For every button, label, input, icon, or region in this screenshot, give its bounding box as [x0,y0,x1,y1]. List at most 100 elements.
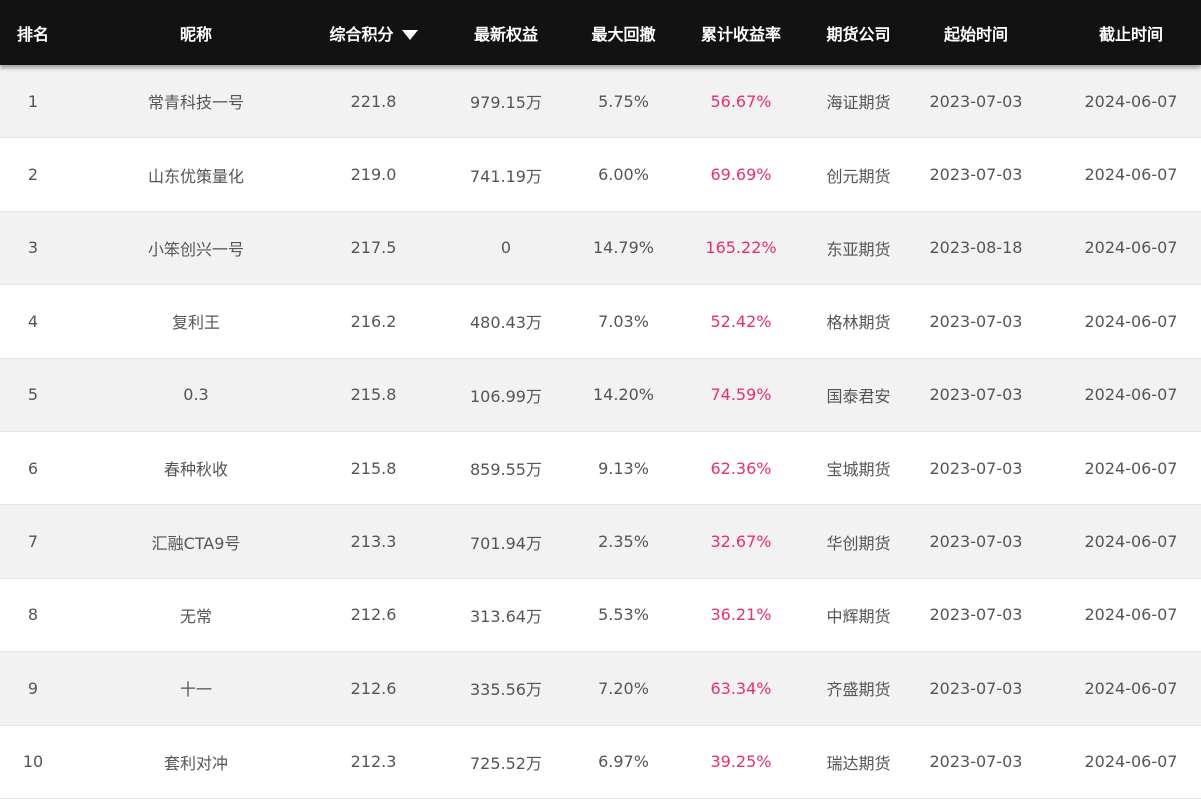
drawdown-cell: 14.20% [592,385,654,405]
header-drawdown[interactable]: 最大回撤 [591,21,656,45]
rank-cell: 1 [27,91,39,111]
score-cell: 219.0 [350,165,397,185]
broker-cell: 瑞达期货 [826,753,891,773]
score-cell: 212.6 [350,605,397,625]
nickname-cell: 常青科技一号 [147,93,244,113]
broker-cell: 中辉期货 [826,606,891,626]
score-cell: 217.5 [350,238,397,258]
cumulative-return-cell: 36.21% [710,605,772,625]
cumulative-return-cell: 32.67% [710,532,772,552]
rank-cell: 3 [27,238,39,258]
nickname-cell: 套利对冲 [163,753,228,773]
table-row[interactable]: 1 常青科技一号 221.8 979.15万 5.75% 56.67% 海证期货 2023-0… [0,65,1201,139]
rank-cell: 10 [22,752,44,772]
start-date-cell: 2023-08-18 [929,238,1023,258]
broker-cell: 宝城期货 [826,460,891,480]
rank-cell: 2 [27,165,39,185]
header-score[interactable]: 综合积分 [326,21,421,45]
score-cell: 212.6 [350,678,397,698]
score-cell: 215.8 [350,458,397,478]
equity-cell: 701.94万 [470,533,542,553]
broker-cell: 东亚期货 [826,239,891,259]
header-start-date[interactable]: 起始时间 [891,21,1061,45]
broker-cell: 华创期货 [826,533,891,553]
table-row[interactable]: 3 小笨创兴一号 217.5 0 14.79% 165.22% 东亚期货 2023-08-18… [0,211,1201,286]
nickname-cell: 春种秋收 [163,460,228,480]
header-rank[interactable]: 排名 [0,21,66,45]
cumulative-return-cell: 69.69% [710,165,772,185]
rank-cell: 6 [27,458,39,478]
nickname-cell: 复利王 [171,313,220,333]
rank-cell: 4 [27,311,39,331]
start-date-cell: 2023-07-03 [929,678,1023,698]
end-date-cell: 2024-06-07 [1084,311,1178,331]
ranking-table: 排名 昵称 综合积分 最新权益 最大回撤 累计收益率 期货公司 起始时间 截止时… [0,0,1201,799]
equity-cell: 741.19万 [470,166,542,186]
sort-descending-icon[interactable] [401,30,418,40]
drawdown-cell: 7.20% [598,678,649,698]
start-date-cell: 2023-07-03 [929,458,1023,478]
table-body: 1 常青科技一号 221.8 979.15万 5.75% 56.67% 海证期货 2023-0… [0,65,1201,799]
table-header: 排名 昵称 综合积分 最新权益 最大回撤 累计收益率 期货公司 起始时间 截止时… [0,0,1201,65]
nickname-cell: 无常 [179,606,212,626]
header-cumulative-return[interactable]: 累计收益率 [656,21,826,45]
start-date-cell: 2023-07-03 [929,532,1023,552]
rank-cell: 7 [27,532,39,552]
start-date-cell: 2023-07-03 [929,385,1023,405]
score-cell: 215.8 [350,385,397,405]
rank-cell: 5 [27,385,39,405]
drawdown-cell: 14.79% [592,238,654,258]
broker-cell: 齐盛期货 [826,680,891,700]
end-date-cell: 2024-06-07 [1084,238,1178,258]
header-end-date[interactable]: 截止时间 [1061,21,1201,45]
table-row[interactable]: 9 十一 212.6 335.56万 7.20% 63.34% 齐盛期货 2023-07-03… [0,652,1201,726]
broker-cell: 国泰君安 [826,386,891,406]
start-date-cell: 2023-07-03 [929,752,1023,772]
broker-cell: 创元期货 [826,166,891,186]
table-row[interactable]: 8 无常 212.6 313.64万 5.53% 36.21% 中辉期货 2023-07-03… [0,579,1201,653]
score-cell: 213.3 [350,532,397,552]
start-date-cell: 2023-07-03 [929,605,1023,625]
start-date-cell: 2023-07-03 [929,165,1023,185]
cumulative-return-cell: 52.42% [710,311,772,331]
table-row[interactable]: 2 山东优策量化 219.0 741.19万 6.00% 69.69% 创元期货 2023-0… [0,138,1201,212]
nickname-cell: 小笨创兴一号 [147,239,244,259]
nickname-cell: 十一 [179,680,212,700]
table-row[interactable]: 7 汇融CTA9号 213.3 701.94万 2.35% 32.67% 华创期货 2023-… [0,505,1201,579]
broker-cell: 海证期货 [826,93,891,113]
cumulative-return-cell: 56.67% [710,91,772,111]
drawdown-cell: 5.53% [598,605,649,625]
broker-cell: 格林期货 [826,313,891,333]
equity-cell: 859.55万 [470,460,542,480]
equity-cell: 313.64万 [470,606,542,626]
rank-cell: 9 [27,678,39,698]
cumulative-return-cell: 63.34% [710,678,772,698]
end-date-cell: 2024-06-07 [1084,532,1178,552]
equity-cell: 335.56万 [470,680,542,700]
equity-cell: 979.15万 [470,93,542,113]
table-row[interactable]: 10 套利对冲 212.3 725.52万 6.97% 39.25% 瑞达期货 2023-07… [0,726,1201,799]
table-row[interactable]: 6 春种秋收 215.8 859.55万 9.13% 62.36% 宝城期货 2023-07-… [0,432,1201,506]
rank-cell: 8 [27,605,39,625]
end-date-cell: 2024-06-07 [1084,91,1178,111]
drawdown-cell: 2.35% [598,532,649,552]
score-cell: 212.3 [350,752,397,772]
score-cell: 216.2 [350,311,397,331]
equity-cell: 0 [500,238,512,258]
equity-cell: 106.99万 [470,386,542,406]
drawdown-cell: 5.75% [598,91,649,111]
table-row[interactable]: 5 0.3 215.8 106.99万 14.20% 74.59% 国泰君安 2023-07-… [0,358,1201,432]
cumulative-return-cell: 165.22% [705,238,777,258]
drawdown-cell: 7.03% [598,311,649,331]
drawdown-cell: 6.00% [598,165,649,185]
header-equity[interactable]: 最新权益 [421,21,591,45]
cumulative-return-cell: 39.25% [710,752,772,772]
nickname-cell: 山东优策量化 [147,166,244,186]
end-date-cell: 2024-06-07 [1084,605,1178,625]
table-row[interactable]: 4 复利王 216.2 480.43万 7.03% 52.42% 格林期货 2023-07-0… [0,285,1201,359]
equity-cell: 725.52万 [470,753,542,773]
end-date-cell: 2024-06-07 [1084,458,1178,478]
start-date-cell: 2023-07-03 [929,311,1023,331]
header-broker[interactable]: 期货公司 [826,21,891,45]
header-nickname[interactable]: 昵称 [66,21,326,45]
